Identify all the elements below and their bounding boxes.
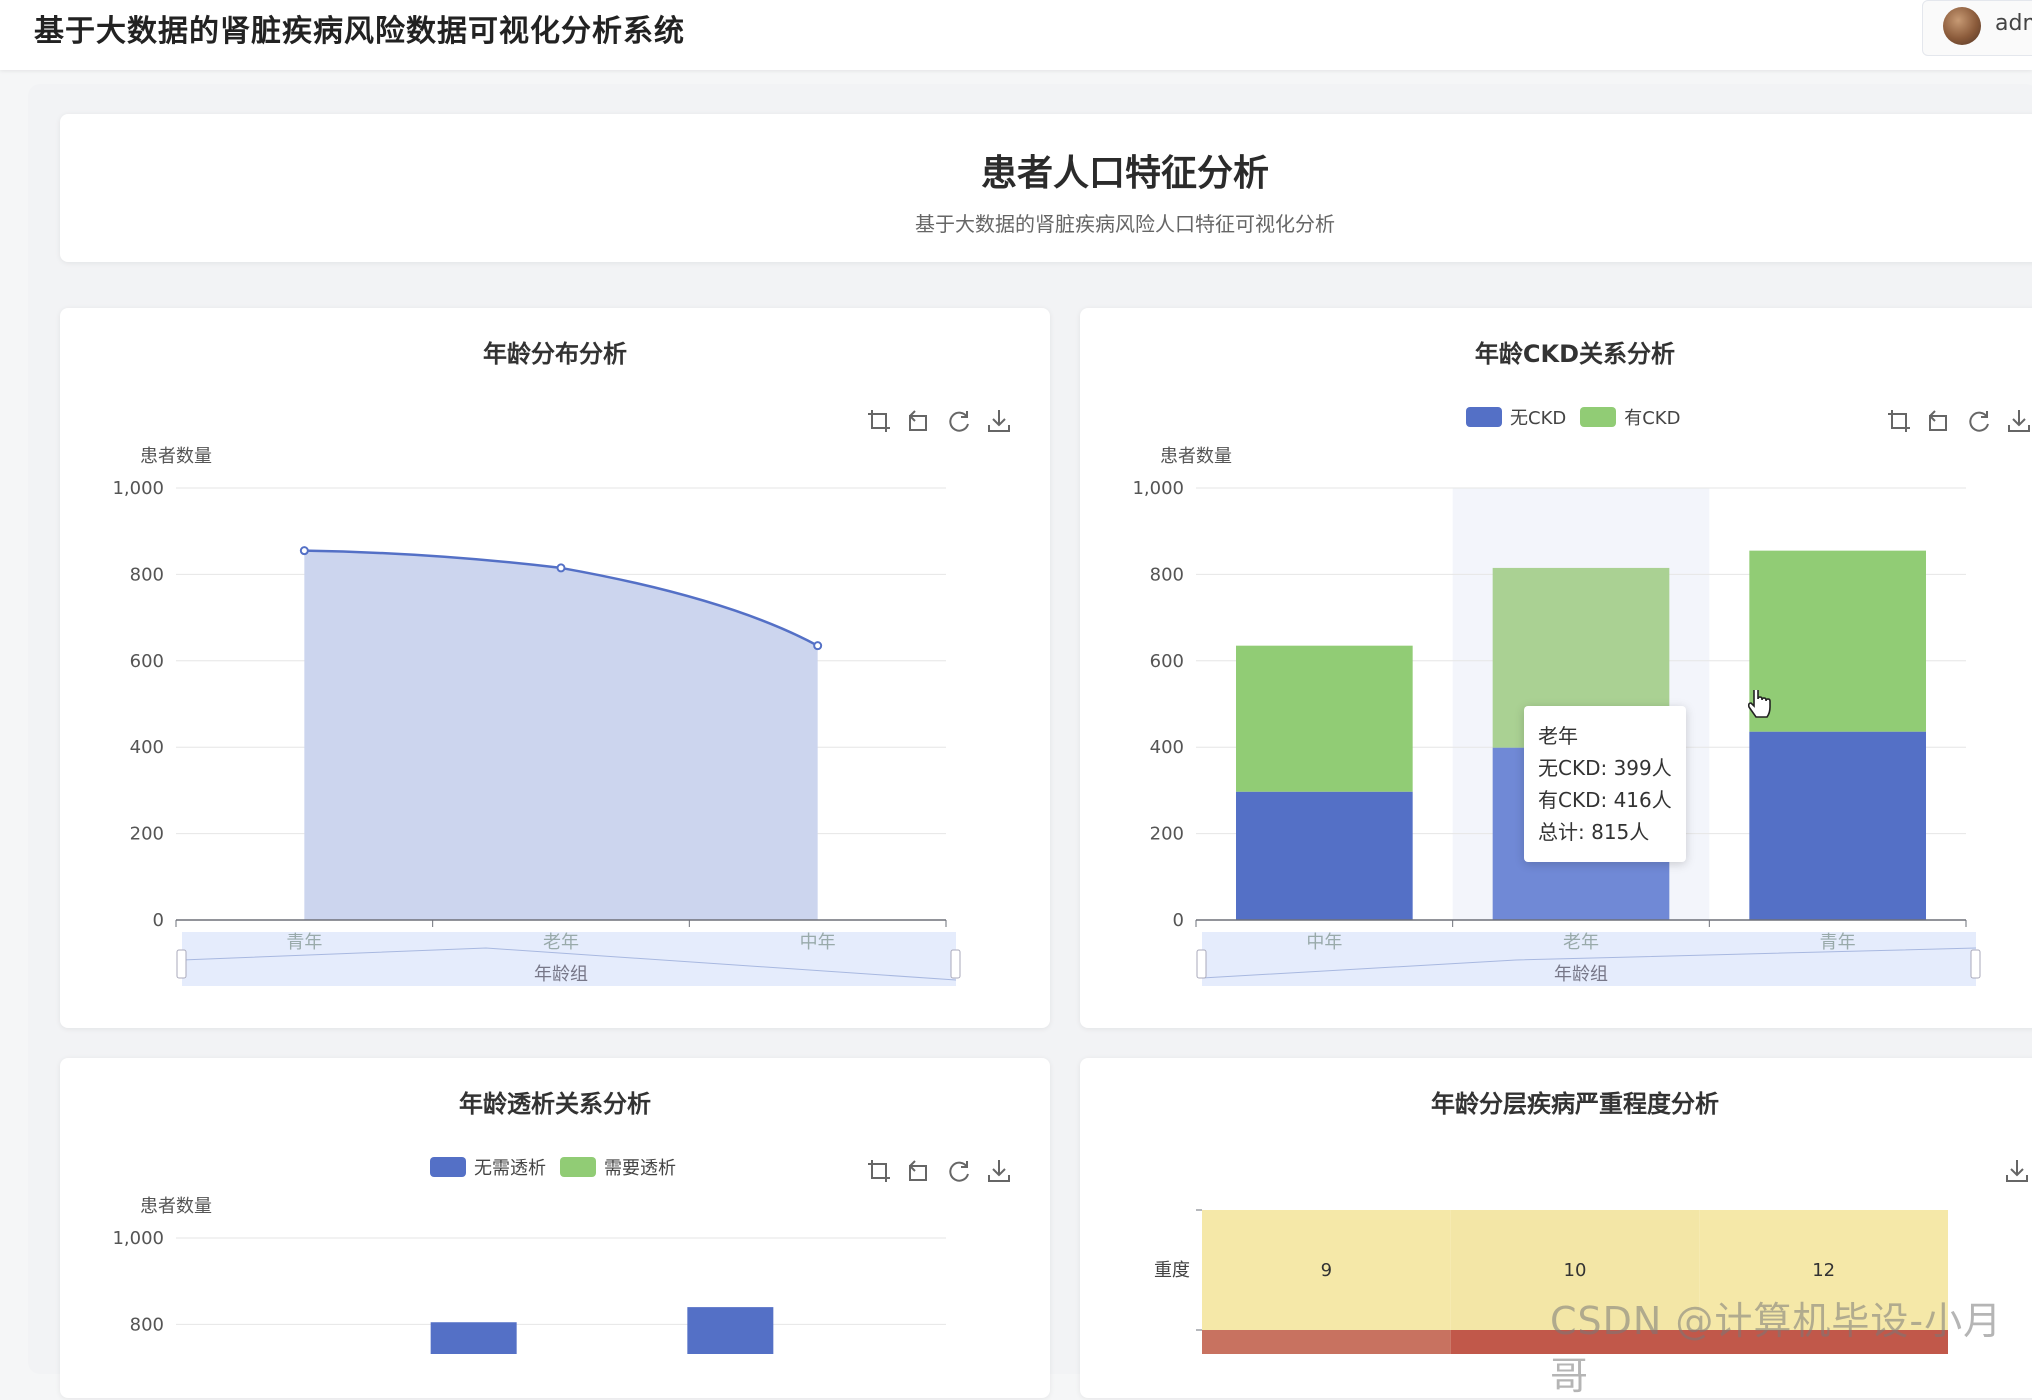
data-point (813, 641, 823, 651)
heatmap-cell (1202, 1330, 1451, 1354)
x-tick-label: 中年 (800, 932, 836, 953)
zoom-handle-left (1196, 949, 1207, 979)
age-dialysis-card: 年龄透析关系分析 无需透析 需要透析 患者数量 800 1,000 (60, 1058, 1050, 1398)
hand-cursor-icon (1747, 690, 1771, 718)
page-subtitle: 基于大数据的肾脏疾病风险人口特征可视化分析 (915, 212, 1335, 236)
bar (430, 1322, 517, 1354)
y-tick-label: 600 (1150, 651, 1184, 672)
user-menu[interactable]: adm (1922, 0, 2032, 56)
top-bar: 基于大数据的肾脏疾病风险数据可视化分析系统 adm (0, 0, 2032, 70)
x-axis-title: 年龄组 (1554, 964, 1608, 985)
age-distribution-chart[interactable]: 患者数量 0 200 400 600 800 1,000 青年 老年 中年年龄组 (60, 308, 1050, 1028)
y-tick-label: 800 (130, 1314, 164, 1335)
tooltip-line: 有CKD: 416人 (1538, 788, 1672, 812)
x-tick-label: 中年 (1306, 932, 1342, 953)
y-tick-label: 重度 (1154, 1260, 1190, 1281)
data-point (299, 546, 309, 556)
y-tick-label: 200 (1150, 824, 1184, 845)
y-tick-label: 400 (130, 737, 164, 758)
x-tick-label: 老年 (1563, 932, 1599, 953)
age-distribution-card: 年龄分布分析 患者数量 0 200 400 600 800 1,000 青年 老年 中年 年龄组 (60, 308, 1050, 1028)
age-dialysis-chart[interactable]: 患者数量 800 1,000 (60, 1058, 1050, 1354)
app-title: 基于大数据的肾脏疾病风险数据可视化分析系统 (34, 14, 685, 49)
y-tick-label: 600 (130, 651, 164, 672)
page-title: 患者人口特征分析 (980, 153, 1269, 194)
area-fill (304, 550, 818, 920)
y-tick-label: 800 (1150, 564, 1184, 585)
bar-segment (1236, 791, 1413, 920)
y-axis-title: 患者数量 (140, 1196, 212, 1217)
y-tick-label: 0 (153, 910, 164, 931)
x-tick-label: 青年 (286, 932, 322, 953)
zoom-handle-right (950, 949, 961, 979)
bar-segment (1749, 550, 1926, 732)
tooltip-title: 老年 (1538, 724, 1578, 748)
tooltip-line: 总计: 815人 (1538, 820, 1650, 844)
chart-tooltip: 老年 无CKD: 399人 有CKD: 416人 总计: 815人 (1524, 706, 1686, 862)
tooltip-line: 无CKD: 399人 (1538, 756, 1672, 780)
page-header-card: 患者人口特征分析 基于大数据的肾脏疾病风险人口特征可视化分析 (60, 114, 2032, 262)
age-ckd-chart[interactable]: 患者数量02004006008001,000中年 老年 青年年龄组 (1080, 308, 2032, 1028)
bar-segment (1236, 645, 1413, 792)
y-tick-label: 400 (1150, 737, 1184, 758)
zoom-handle-left (176, 949, 187, 979)
x-tick-label: 青年 (1820, 932, 1856, 953)
y-tick-label: 200 (130, 824, 164, 845)
zoom-handle-right (1970, 949, 1981, 979)
x-tick-label: 老年 (543, 932, 579, 953)
y-tick-label: 1,000 (1132, 478, 1184, 499)
y-tick-label: 1,000 (112, 1228, 164, 1249)
username[interactable]: adm (1995, 11, 2032, 36)
data-point (556, 563, 566, 573)
watermark: CSDN @计算机毕设-小月哥 (1550, 1299, 2003, 1398)
bar-segment (1749, 731, 1926, 920)
y-tick-label: 0 (1173, 910, 1184, 931)
y-tick-label: 1,000 (112, 478, 164, 499)
heatmap-cell-label: 12 (1812, 1260, 1835, 1281)
y-axis-title: 患者数量 (1160, 446, 1232, 467)
y-axis-title: 患者数量 (140, 446, 212, 467)
x-axis-title: 年龄组 (534, 964, 588, 985)
avatar[interactable] (1943, 7, 1981, 45)
heatmap-cell-label: 9 (1321, 1260, 1332, 1281)
bar (687, 1307, 774, 1354)
heatmap-cell-label: 10 (1564, 1260, 1587, 1281)
y-tick-label: 800 (130, 564, 164, 585)
age-ckd-card: 年龄CKD关系分析 无CKD 有CKD 患者数量 0 200 400 600 800 1,00… (1080, 308, 2032, 1028)
